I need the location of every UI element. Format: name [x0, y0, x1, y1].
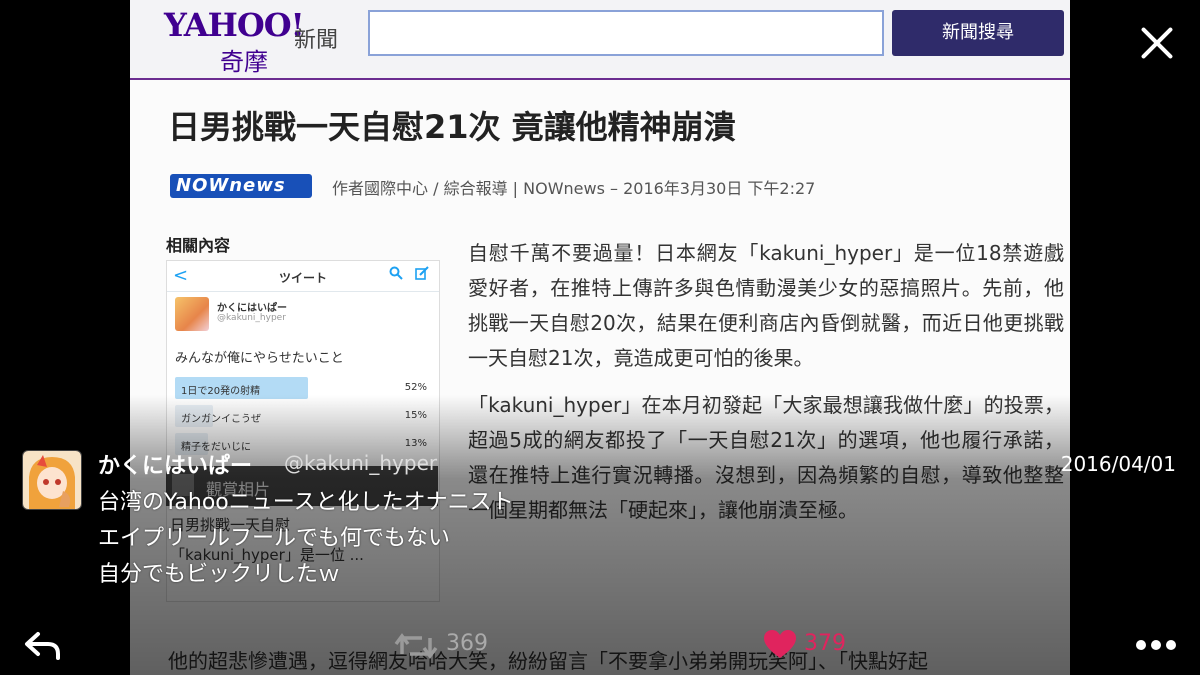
article-paragraph: 「kakuni_hyper」在本月初發起「大家最想讓我做什麼」的投票，超過5成的…	[468, 393, 1064, 522]
yahoo-search-button: 新聞搜尋	[892, 10, 1064, 56]
poll-option-percent: 15%	[404, 410, 427, 421]
article-paragraph: 自慰千萬不要過量！日本網友「kakuni_hyper」是一位18禁遊戲愛好者，在…	[468, 241, 1064, 370]
embedded-avatar	[175, 297, 209, 331]
author-name[interactable]: かくにはいぱー	[98, 448, 252, 480]
poll-option-label: ガンガンイこうぜ	[181, 414, 261, 425]
close-icon[interactable]	[1136, 22, 1178, 64]
embedded-tweet-text: みんなが俺にやらせたいこと	[175, 351, 344, 366]
yahoo-header: YAHOO! 奇摩 新聞 新聞搜尋	[130, 0, 1070, 80]
compose-icon	[415, 266, 429, 284]
tweet-date: 2016/04/01	[1060, 452, 1176, 476]
search-icon	[389, 266, 403, 284]
embedded-author-handle: @kakuni_hyper	[217, 313, 286, 323]
yahoo-section-label: 新聞	[294, 28, 339, 53]
poll-option-percent: 13%	[404, 438, 427, 449]
yahoo-search-box	[368, 10, 884, 56]
heart-icon[interactable]	[764, 630, 796, 660]
avatar[interactable]	[22, 450, 82, 510]
poll-option: 1日で20発の射精 52%	[175, 377, 431, 399]
author-handle[interactable]: @kakuni_hyper	[284, 451, 437, 475]
tweet-text-line: 台湾のYahooニュースと化したオナニスト	[98, 490, 514, 515]
retweet-count[interactable]: 369	[446, 631, 488, 656]
tweet-text-line: 自分でもビックリしたｗ	[98, 562, 341, 587]
nownews-logo: NOWnews	[170, 174, 312, 198]
yahoo-logo-text: YAHOO!	[164, 6, 305, 44]
embedded-tweet-nav: < ツイート	[167, 261, 439, 292]
article-headline: 日男挑戰一天自慰21次 竟讓他精神崩潰	[168, 108, 736, 146]
yahoo-logo-sub: 奇摩	[220, 48, 268, 76]
yahoo-logo: YAHOO! 奇摩	[164, 6, 305, 76]
poll-option-percent: 52%	[404, 382, 427, 393]
article-body: 自慰千萬不要過量！日本網友「kakuni_hyper」是一位18禁遊戲愛好者，在…	[468, 236, 1064, 540]
poll-option-label: 1日で20発の射精	[181, 386, 261, 397]
byline-text: 作者國際中心 / 綜合報導 | NOWnews – 2016年3月30日 下午2…	[332, 179, 816, 198]
retweet-icon[interactable]	[394, 632, 438, 660]
embedded-author-name: かくにはいぱー	[217, 303, 287, 314]
reply-icon[interactable]	[24, 630, 64, 662]
like-count[interactable]: 379	[804, 631, 846, 656]
tweet-text-line: エイプリールフールでも何でもない	[98, 526, 451, 551]
related-heading: 相關內容	[166, 236, 231, 255]
poll-option: ガンガンイこうぜ 15%	[175, 405, 431, 427]
more-icon[interactable]	[1136, 640, 1176, 652]
